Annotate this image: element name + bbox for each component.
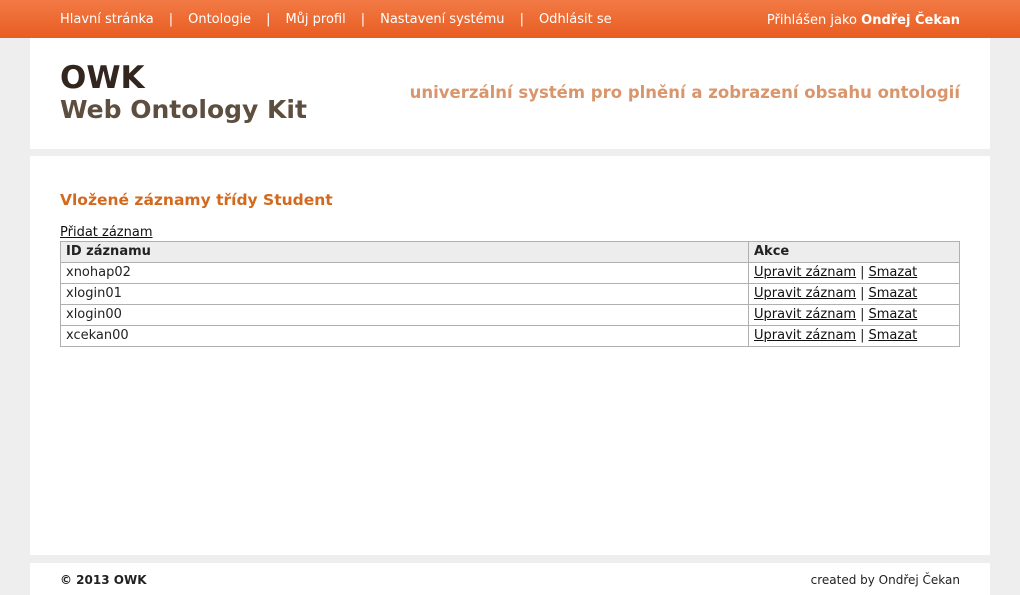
record-id: xcekan00 xyxy=(60,325,749,347)
site-tagline: univerzální systém pro plnění a zobrazen… xyxy=(409,83,960,102)
logo-title: OWK xyxy=(60,60,145,96)
table-row: xlogin00 Upravit záznam | Smazat xyxy=(60,304,960,326)
copyright-text: © 2013 OWK xyxy=(60,573,147,587)
table-row: xcekan00 Upravit záznam | Smazat xyxy=(60,325,960,347)
nav-ontology-link[interactable]: Ontologie xyxy=(188,12,251,28)
record-id: xlogin00 xyxy=(60,304,749,326)
record-actions: Upravit záznam | Smazat xyxy=(748,262,960,284)
delete-record-link[interactable]: Smazat xyxy=(869,265,918,280)
add-record-link[interactable]: Přidat záznam xyxy=(60,225,153,241)
edit-record-link[interactable]: Upravit záznam xyxy=(754,286,856,301)
action-separator: | xyxy=(860,307,865,322)
record-actions: Upravit záznam | Smazat xyxy=(748,283,960,305)
record-actions: Upravit záznam | Smazat xyxy=(748,325,960,347)
nav-logout-link[interactable]: Odhlásit se xyxy=(539,12,612,28)
site-footer: © 2013 OWK created by Ondřej Čekan xyxy=(30,563,990,595)
action-separator: | xyxy=(860,265,865,280)
delete-record-link[interactable]: Smazat xyxy=(869,307,918,322)
edit-record-link[interactable]: Upravit záznam xyxy=(754,265,856,280)
nav-separator: | xyxy=(168,12,174,27)
logo-subtitle: Web Ontology Kit xyxy=(60,95,307,124)
record-actions: Upravit záznam | Smazat xyxy=(748,304,960,326)
logged-in-prefix: Přihlášen jako xyxy=(766,13,857,28)
edit-record-link[interactable]: Upravit záznam xyxy=(754,328,856,343)
nav-home-link[interactable]: Hlavní stránka xyxy=(60,12,154,28)
delete-record-link[interactable]: Smazat xyxy=(869,286,918,301)
nav-separator: | xyxy=(519,12,524,27)
table-row: xnohap02 Upravit záznam | Smazat xyxy=(60,262,960,284)
edit-record-link[interactable]: Upravit záznam xyxy=(754,307,856,322)
table-header-row: ID záznamu Akce xyxy=(60,241,960,263)
top-navigation-bar: Hlavní stránka | Ontologie | Můj profil … xyxy=(0,0,1020,38)
nav-settings-link[interactable]: Nastavení systému xyxy=(380,12,504,28)
nav-profile-link[interactable]: Můj profil xyxy=(285,12,345,28)
author-credit: created by Ondřej Čekan xyxy=(810,573,960,587)
site-header: OWK Web Ontology Kit univerzální systém … xyxy=(30,38,990,149)
column-header-actions: Akce xyxy=(748,241,960,263)
logged-in-status: Přihlášen jako Ondřej Čekan xyxy=(767,13,960,29)
page-title: Vložené záznamy třídy Student xyxy=(60,191,333,209)
logged-in-username: Ondřej Čekan xyxy=(861,13,960,28)
nav-separator: | xyxy=(360,12,366,27)
table-row: xlogin01 Upravit záznam | Smazat xyxy=(60,283,960,305)
nav-separator: | xyxy=(266,12,271,27)
main-menu: Hlavní stránka | Ontologie | Můj profil … xyxy=(60,12,612,28)
action-separator: | xyxy=(860,328,865,343)
main-content: Vložené záznamy třídy Student Přidat záz… xyxy=(30,156,990,555)
action-separator: | xyxy=(860,286,865,301)
record-id: xlogin01 xyxy=(60,283,749,305)
delete-record-link[interactable]: Smazat xyxy=(869,328,918,343)
record-id: xnohap02 xyxy=(60,262,749,284)
records-table: ID záznamu Akce xnohap02 Upravit záznam |… xyxy=(60,241,960,347)
column-header-id: ID záznamu xyxy=(60,241,749,263)
